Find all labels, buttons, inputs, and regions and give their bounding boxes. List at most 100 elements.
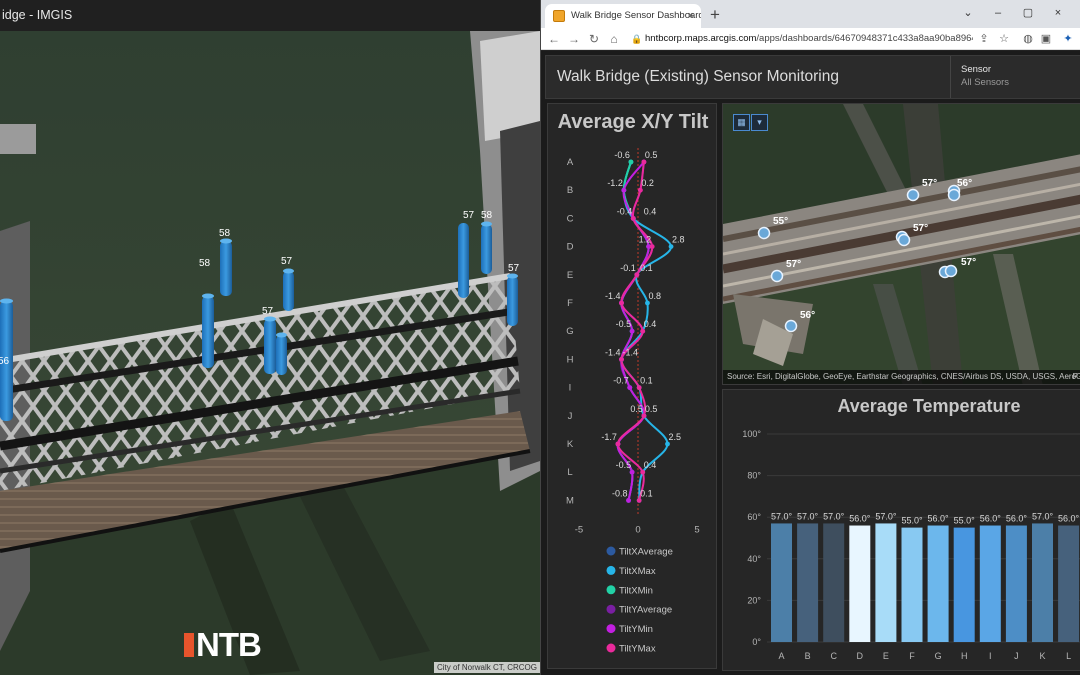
temperature-chart[interactable]: Average Temperature 0° 20° 40° 60° 80° 100° 5… [723,390,1080,671]
chevron-down-icon[interactable]: ⌄ [953,2,983,24]
tilt-legend-swatch[interactable] [606,585,616,595]
tilt-legend-label[interactable]: TiltXMin [619,585,653,596]
tilt-legend-swatch[interactable] [606,604,616,614]
tilt-data-point[interactable] [649,244,655,250]
basemap-widget-icon[interactable]: ▦ [733,114,750,131]
sensor-bar[interactable] [283,271,294,311]
tilt-data-point[interactable] [641,159,647,165]
sensor-bar-label: 58 [199,258,211,269]
tilt-data-label: -0.8 [612,488,628,498]
temperature-bar[interactable] [979,525,1001,642]
sensor-map-pin[interactable] [784,319,798,333]
sensor-bar-top [264,316,276,322]
sensor-map-pin[interactable] [757,226,771,240]
maximize-button[interactable]: ▢ [1013,2,1043,24]
temperature-bar[interactable] [849,525,871,642]
temperature-bar[interactable] [901,527,923,642]
share-icon[interactable]: ⇪ [977,32,991,46]
temperature-y-tick-label: 20° [747,595,761,605]
tilt-legend-label[interactable]: TiltYMax [619,644,656,655]
minimize-button[interactable]: – [983,2,1013,24]
tilt-data-label: -1.2 [607,178,623,188]
sensor-map-pin[interactable] [906,188,920,202]
tilt-data-point[interactable] [630,216,636,221]
sensor-map-pin[interactable] [947,188,961,202]
temperature-bar[interactable] [797,523,819,642]
tilt-legend-label[interactable]: TiltYAverage [619,605,672,616]
tilt-legend-swatch[interactable] [606,643,616,653]
tilt-data-point[interactable] [640,469,646,475]
tab-close-button[interactable]: × [688,4,694,28]
lock-icon: 🔒 [631,34,643,44]
close-window-button[interactable]: × [1043,2,1073,24]
extension-icon[interactable]: ▣ [1039,32,1053,46]
tilt-legend-swatch[interactable] [606,624,616,634]
tilt-data-point[interactable] [641,413,647,419]
reload-icon[interactable]: ↻ [585,28,603,50]
sensor-map-pin[interactable] [770,269,784,283]
tilt-data-point[interactable] [628,159,634,165]
sensor-bar[interactable] [507,276,518,326]
tilt-data-point[interactable] [626,498,631,503]
tilt-data-point[interactable] [615,441,621,447]
temperature-bar[interactable] [875,523,897,642]
tilt-legend-swatch[interactable] [606,565,616,575]
tilt-data-point[interactable] [637,187,643,193]
sensor-map[interactable]: 57° 56° 55° 57° 57° 57° 56° [723,104,1080,385]
tilt-data-point[interactable] [619,357,624,362]
sensor-map-pin[interactable] [944,264,958,278]
new-tab-button[interactable]: + [703,4,727,26]
sensor-bar-top [481,221,492,227]
tilt-data-point[interactable] [629,328,635,334]
bridge-3d-scene[interactable]: 58 58 57 57 57 58 57 56 [0,31,540,675]
temperature-bar[interactable] [1058,525,1080,642]
tilt-legend-label[interactable]: TiltXAverage [619,547,673,558]
tilt-data-point[interactable] [621,187,627,193]
sensor-bar[interactable] [276,335,287,375]
tilt-chart[interactable]: Average X/Y Tilt A B C D E F G H I J K L M -5 0 5 -0.6 0… [548,104,718,670]
sensor-bar[interactable] [264,319,276,374]
tab-dashboard[interactable]: Walk Bridge Sensor Dashboard × [545,4,701,28]
tilt-data-point[interactable] [629,469,635,475]
extension-globe-icon[interactable]: ◍ [1021,32,1035,46]
forward-arrow-icon[interactable]: → [565,28,583,50]
tilt-data-point[interactable] [627,385,633,390]
tilt-data-point[interactable] [636,385,642,390]
tilt-data-point[interactable] [634,272,640,278]
tilt-data-point[interactable] [640,328,646,334]
tilt-data-point[interactable] [636,498,642,503]
sensor-bar[interactable] [481,224,492,274]
basemap-dropdown-chevron-icon[interactable]: ▾ [751,114,768,131]
tilt-chart-panel: Average X/Y Tilt A B C D E F G H I J K L M -5 0 5 -0.6 0… [547,103,717,669]
tilt-data-point[interactable] [645,300,650,306]
tilt-legend-swatch[interactable] [606,546,616,556]
temperature-category-label: I [989,651,992,661]
sensor-selector[interactable]: Sensor All Sensors [950,56,1009,98]
sensor-map-panel[interactable]: 57° 56° 55° 57° 57° 57° 56° ▦ ▾ Source: Esri, … [722,103,1080,385]
sensor-map-pin[interactable] [897,233,911,247]
temperature-bar[interactable] [1005,525,1027,642]
tilt-data-point[interactable] [665,441,670,447]
temperature-value-label: 57.0° [797,511,819,521]
tilt-category-label: K [567,439,574,450]
temperature-bar[interactable] [771,523,792,642]
sensor-bar[interactable] [458,223,469,298]
temperature-bar[interactable] [953,527,975,642]
tilt-legend-label[interactable]: TiltXMax [619,566,656,577]
temperature-bar[interactable] [927,525,949,642]
home-icon[interactable]: ⌂ [605,28,623,50]
tilt-legend-label[interactable]: TiltYMin [619,624,653,635]
sensor-bar[interactable] [220,241,232,296]
temperature-bar[interactable] [823,523,845,642]
tilt-category-label: E [567,270,573,281]
extension-puzzle-icon[interactable]: ✦ [1061,32,1075,46]
temperature-bar[interactable] [1032,523,1053,642]
temperature-value-label: 57.0° [875,511,897,521]
address-bar[interactable]: 🔒 hntbcorp.maps.arcgis.com/apps/dashboar… [629,28,973,50]
back-arrow-icon[interactable]: ← [545,28,563,50]
temperature-category-label: D [857,651,864,661]
tilt-data-point[interactable] [668,244,674,250]
tilt-data-point[interactable] [619,300,624,306]
sensor-bar[interactable] [202,296,214,368]
bookmark-star-icon[interactable]: ☆ [997,32,1011,46]
